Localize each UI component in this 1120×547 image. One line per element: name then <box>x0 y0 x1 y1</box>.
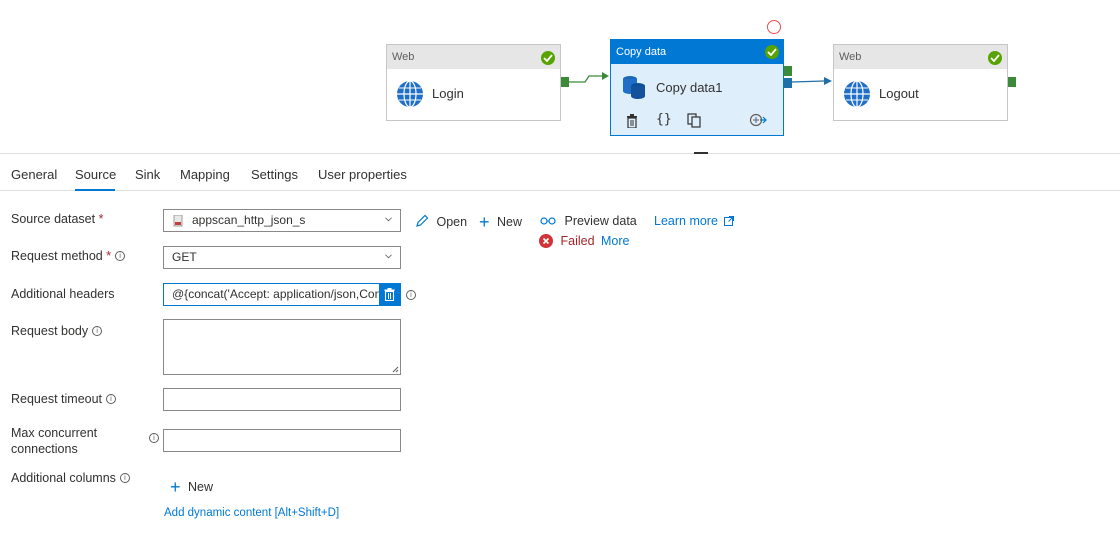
output-icon[interactable] <box>749 113 767 130</box>
tab-source[interactable]: Source <box>75 167 116 182</box>
max-concurrent-connections-label: Max concurrent connections <box>11 426 98 456</box>
more-link[interactable]: More <box>601 234 629 248</box>
success-check-icon <box>765 45 779 59</box>
info-icon[interactable]: i <box>119 473 130 483</box>
globe-icon <box>844 80 870 108</box>
info-icon[interactable]: i <box>92 326 103 336</box>
chevron-down-icon <box>385 217 392 222</box>
additional-headers-label: Additional headers <box>11 287 115 301</box>
plus-icon: + <box>479 212 490 232</box>
request-timeout-input[interactable] <box>163 388 401 411</box>
info-icon[interactable]: i <box>149 433 159 443</box>
tab-user-properties[interactable]: User properties <box>318 167 407 182</box>
additional-headers-input[interactable]: @{concat('Accept: application/json,Conte <box>163 283 401 306</box>
dataset-icon <box>173 215 183 227</box>
info-icon[interactable]: i <box>406 290 416 300</box>
chevron-down-icon <box>385 254 392 259</box>
success-check-icon <box>988 51 1002 65</box>
code-icon[interactable]: {} <box>656 112 672 127</box>
source-dataset-label: Source dataset * <box>11 212 104 226</box>
copy-data-icon <box>623 76 645 99</box>
clear-dynamic-content-button[interactable] <box>379 284 400 305</box>
source-dataset-select[interactable]: appscan_http_json_s <box>163 209 401 232</box>
success-check-icon <box>541 51 555 65</box>
pencil-icon <box>416 214 429 227</box>
preview-data-button[interactable]: Preview data <box>540 214 637 228</box>
active-tab-indicator <box>75 189 115 191</box>
tab-settings[interactable]: Settings <box>251 167 298 182</box>
success-port[interactable] <box>784 66 792 76</box>
info-icon[interactable]: i <box>115 251 126 261</box>
panel-resize-handle[interactable] <box>694 152 708 154</box>
delete-icon[interactable] <box>626 114 638 131</box>
activity-name: Logout <box>879 86 919 101</box>
preview-status: Failed More <box>539 234 630 248</box>
tab-sink[interactable]: Sink <box>135 167 160 182</box>
success-port[interactable] <box>561 77 569 87</box>
globe-icon <box>397 80 423 108</box>
activity-name: Copy data1 <box>656 80 723 95</box>
add-column-button[interactable]: + New <box>170 477 213 498</box>
additional-columns-label: Additional columns i <box>11 471 130 485</box>
request-timeout-label: Request timeout i <box>11 392 117 406</box>
clone-icon[interactable] <box>687 113 701 131</box>
glasses-icon <box>540 217 556 225</box>
open-button[interactable]: Open <box>415 214 467 229</box>
activity-type: Copy data <box>611 40 783 64</box>
connector-arrow <box>569 72 609 83</box>
activity-type: Web <box>834 45 1007 69</box>
request-body-textarea[interactable] <box>163 319 401 375</box>
activity-login[interactable]: Web Login <box>386 44 561 121</box>
completion-port[interactable] <box>784 78 792 88</box>
plus-icon: + <box>170 477 181 497</box>
add-dynamic-content-link[interactable]: Add dynamic content [Alt+Shift+D] <box>164 507 339 519</box>
connector-arrow <box>792 77 832 85</box>
request-body-label: Request body i <box>11 324 103 338</box>
request-method-select[interactable]: GET <box>163 246 401 269</box>
request-method-label: Request method * i <box>11 249 126 263</box>
source-dataset-value: appscan_http_json_s <box>192 213 306 227</box>
activity-actions: {} <box>611 107 783 135</box>
success-port[interactable] <box>1008 77 1016 87</box>
error-icon <box>539 234 553 248</box>
new-dataset-button[interactable]: + New <box>479 212 522 233</box>
cursor-indicator-icon <box>767 20 781 34</box>
delete-icon <box>384 288 395 301</box>
activity-logout[interactable]: Web Logout <box>833 44 1008 121</box>
resize-grip-icon <box>392 366 399 373</box>
info-icon[interactable]: i <box>106 394 117 404</box>
tab-mapping[interactable]: Mapping <box>180 167 230 182</box>
properties-tabs: General Source Sink Mapping Settings Use… <box>0 155 1120 191</box>
activity-name: Login <box>432 86 464 101</box>
pipeline-canvas[interactable]: Web Login Copy data Copy data1 {} Web Lo… <box>0 0 1120 154</box>
failed-text: Failed <box>560 234 595 248</box>
activity-copy-data[interactable]: Copy data Copy data1 {} <box>610 39 784 136</box>
activity-type: Web <box>387 45 560 69</box>
external-link-icon <box>724 216 735 226</box>
max-concurrent-connections-input[interactable] <box>163 429 401 452</box>
tab-general[interactable]: General <box>11 167 57 182</box>
learn-more-link[interactable]: Learn more <box>654 214 735 228</box>
